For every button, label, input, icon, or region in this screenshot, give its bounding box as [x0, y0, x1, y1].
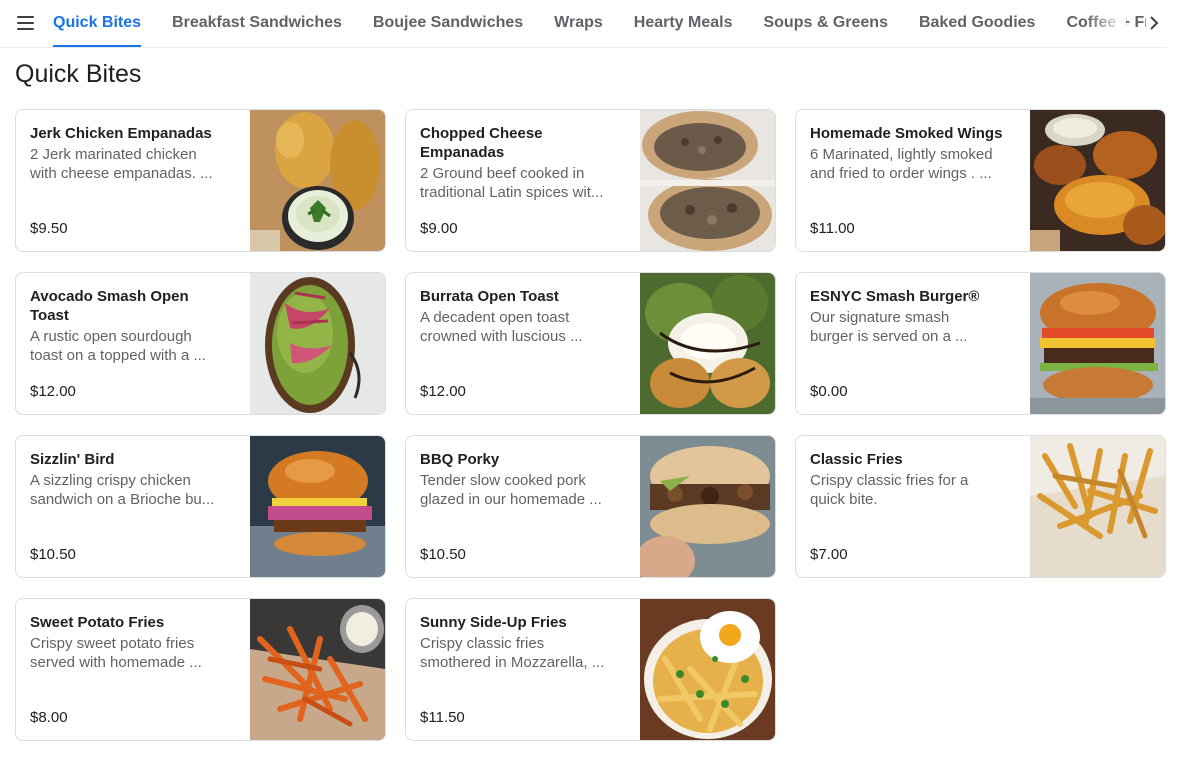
section-title: Quick Bites — [15, 60, 142, 88]
menu-item-card[interactable]: BBQ Porky Tender slow cooked pork glazed … — [405, 435, 776, 578]
item-image-empanadas — [250, 110, 385, 251]
item-name: Homemade Smoked Wings — [810, 125, 1003, 142]
item-name: Classic Fries — [810, 451, 903, 468]
item-price: $9.00 — [420, 220, 458, 237]
item-name: Sunny Side-Up Fries — [420, 614, 567, 631]
item-description: Tender slow cooked pork glazed in our hom… — [420, 472, 602, 508]
menu-item-card[interactable]: Avocado Smash Open Toast A rustic open so… — [15, 272, 386, 415]
item-name: Burrata Open Toast — [420, 288, 559, 305]
item-name: Chopped Cheese Empanadas — [420, 125, 543, 161]
chevron-right-icon[interactable] — [1146, 13, 1162, 33]
tabs-fade — [1086, 0, 1126, 46]
hamburger-menu-icon[interactable] — [16, 13, 36, 33]
tab-wraps[interactable]: Wraps — [554, 0, 603, 47]
category-tabs: Quick Bites Breakfast Sandwiches Boujee Sa… — [53, 0, 1148, 47]
item-description: Crispy sweet potato fries served with hom… — [30, 635, 202, 671]
item-description: Crispy classic fries smothered in Mozzare… — [420, 635, 605, 671]
item-price: $9.50 — [30, 220, 68, 237]
menu-item-card[interactable]: ESNYC Smash Burger® Our signature smash b… — [795, 272, 1166, 415]
item-image-sweet-potato-fries — [250, 599, 385, 740]
item-image-cut-empanadas — [640, 110, 775, 251]
tab-quick-bites[interactable]: Quick Bites — [53, 0, 142, 47]
menu-item-card[interactable]: Sweet Potato Fries Crispy sweet potato f… — [15, 598, 386, 741]
tab-boujee-sandwiches[interactable]: Boujee Sandwiches — [373, 0, 523, 47]
menu-item-card[interactable]: Burrata Open Toast A decadent open toast… — [405, 272, 776, 415]
item-image-fries — [1030, 436, 1165, 577]
item-image-burrata-toast — [640, 273, 775, 414]
item-price: $12.00 — [420, 383, 466, 400]
item-description: Our signature smash burger is served on a… — [810, 309, 968, 345]
item-image-wings — [1030, 110, 1165, 251]
item-price: $12.00 — [30, 383, 76, 400]
item-price: $10.50 — [30, 546, 76, 563]
menu-item-card[interactable]: Classic Fries Crispy classic fries for a… — [795, 435, 1166, 578]
item-description: 2 Jerk marinated chicken with cheese empa… — [30, 146, 213, 182]
item-price: $8.00 — [30, 709, 68, 726]
item-image-avocado-toast — [250, 273, 385, 414]
item-image-chicken-sandwich — [250, 436, 385, 577]
item-description: A decadent open toast crowned with luscio… — [420, 309, 583, 345]
item-price: $10.50 — [420, 546, 466, 563]
item-name: Jerk Chicken Empanadas — [30, 125, 212, 142]
item-price: $11.00 — [810, 220, 855, 237]
menu-item-card[interactable]: Homemade Smoked Wings 6 Marinated, light… — [795, 109, 1166, 252]
item-image-pork-sandwich — [640, 436, 775, 577]
item-price: $0.00 — [810, 383, 848, 400]
item-description: 6 Marinated, lightly smoked and fried to … — [810, 146, 993, 182]
menu-item-card[interactable]: Chopped Cheese Empanadas 2 Ground beef co… — [405, 109, 776, 252]
item-name: Avocado Smash Open Toast — [30, 288, 189, 324]
item-description: A rustic open sourdough toast on a topped… — [30, 328, 206, 364]
item-name: Sizzlin' Bird — [30, 451, 115, 468]
menu-item-card[interactable]: Sizzlin' Bird A sizzling crispy chicken s… — [15, 435, 386, 578]
item-description: Crispy classic fries for a quick bite. — [810, 472, 969, 508]
menu-grid: Jerk Chicken Empanadas 2 Jerk marinated … — [15, 109, 1167, 741]
item-name: ESNYC Smash Burger® — [810, 288, 980, 305]
item-description: 2 Ground beef cooked in traditional Latin… — [420, 165, 604, 201]
item-price: $7.00 — [810, 546, 848, 563]
tab-baked-goodies[interactable]: Baked Goodies — [919, 0, 1035, 47]
menu-item-card[interactable]: Sunny Side-Up Fries Crispy classic fries… — [405, 598, 776, 741]
item-price: $11.50 — [420, 709, 465, 726]
item-description: A sizzling crispy chicken sandwich on a B… — [30, 472, 215, 508]
tab-soups-greens[interactable]: Soups & Greens — [763, 0, 887, 47]
item-name: Sweet Potato Fries — [30, 614, 165, 631]
menu-item-card[interactable]: Jerk Chicken Empanadas 2 Jerk marinated … — [15, 109, 386, 252]
item-name: BBQ Porky — [420, 451, 500, 468]
item-image-loaded-fries — [640, 599, 775, 740]
tab-breakfast-sandwiches[interactable]: Breakfast Sandwiches — [172, 0, 342, 47]
tab-hearty-meals[interactable]: Hearty Meals — [634, 0, 733, 47]
item-image-smash-burger — [1030, 273, 1165, 414]
category-nav: Quick Bites Breakfast Sandwiches Boujee Sa… — [0, 0, 1166, 48]
